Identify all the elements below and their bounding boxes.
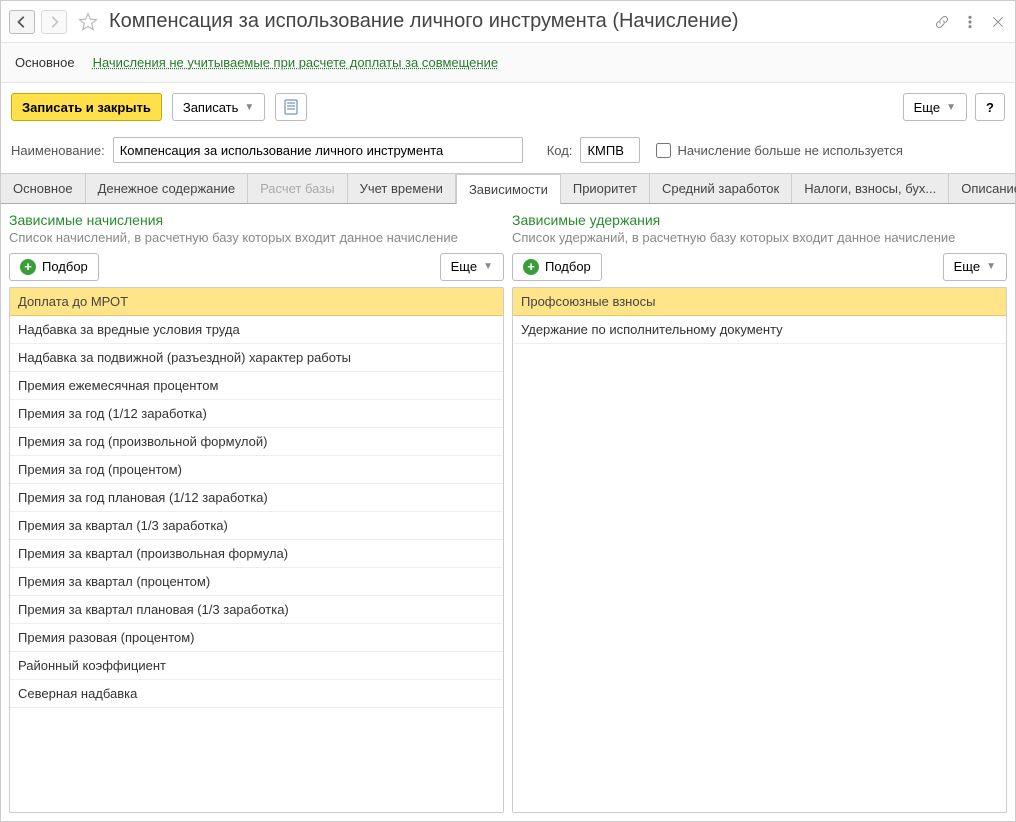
nav-back-button[interactable] [9,10,35,34]
list-row[interactable]: Премия за год (процентом) [10,456,503,484]
list-row[interactable]: Премия за год (произвольной формулой) [10,428,503,456]
link-icon[interactable] [933,13,951,31]
chevron-down-icon: ▼ [946,102,956,113]
chevron-down-icon: ▼ [244,102,254,113]
list-row[interactable]: Премия разовая (процентом) [10,624,503,652]
window-title: Компенсация за использование личного инс… [109,10,927,33]
chevron-down-icon: ▼ [986,261,996,272]
favorite-star-icon[interactable] [77,11,99,33]
form-row: Наименование: Код: Начисление больше не … [1,131,1015,173]
close-icon[interactable] [989,13,1007,31]
list-row[interactable]: Надбавка за вредные условия труда [10,316,503,344]
right-list[interactable]: Профсоюзные взносы Удержание по исполнит… [512,287,1007,813]
left-pick-label: Подбор [42,259,88,274]
left-pane-subtitle: Список начислений, в расчетную базу кото… [9,230,504,247]
report-button[interactable] [275,93,307,121]
not-used-label: Начисление больше не используется [677,143,902,158]
list-row[interactable]: Премия ежемесячная процентом [10,372,503,400]
right-pane-title: Зависимые удержания [512,212,1007,228]
chevron-down-icon: ▼ [483,261,493,272]
list-row[interactable]: Премия за квартал (процентом) [10,568,503,596]
tabs: ОсновноеДенежное содержаниеРасчет базыУч… [1,173,1015,204]
right-pane-subtitle: Список удержаний, в расчетную базу котор… [512,230,1007,247]
left-pane: Зависимые начисления Список начислений, … [9,212,504,813]
content: Зависимые начисления Список начислений, … [1,204,1015,821]
tab-денежное-содержание[interactable]: Денежное содержание [86,174,248,203]
right-pick-label: Подбор [545,259,591,274]
tab-зависимости[interactable]: Зависимости [456,174,561,204]
nav-tab-main[interactable]: Основное [11,53,79,72]
right-pane: Зависимые удержания Список удержаний, в … [512,212,1007,813]
save-close-button[interactable]: Записать и закрыть [11,93,162,121]
list-row[interactable]: Надбавка за подвижной (разъездной) харак… [10,344,503,372]
titlebar: Компенсация за использование личного инс… [1,1,1015,43]
save-button[interactable]: Записать ▼ [172,93,265,121]
left-pane-title: Зависимые начисления [9,212,504,228]
code-label: Код: [547,143,573,158]
nav-row: Основное Начисления не учитываемые при р… [1,43,1015,83]
tab-средний-заработок[interactable]: Средний заработок [650,174,792,203]
kebab-menu-icon[interactable] [961,13,979,31]
list-row[interactable]: Премия за квартал плановая (1/3 заработк… [10,596,503,624]
right-list-header[interactable]: Профсоюзные взносы [513,288,1006,316]
left-more-button[interactable]: Еще ▼ [440,253,504,281]
toolbar: Записать и закрыть Записать ▼ Еще ▼ ? [1,83,1015,131]
more-button[interactable]: Еще ▼ [903,93,967,121]
list-row[interactable]: Премия за год плановая (1/12 заработка) [10,484,503,512]
list-row[interactable]: Премия за год (1/12 заработка) [10,400,503,428]
tab-приоритет[interactable]: Приоритет [561,174,650,203]
right-more-label: Еще [954,259,980,274]
more-button-label: Еще [914,100,940,115]
tab-налоги-взносы-бух-[interactable]: Налоги, взносы, бух... [792,174,949,203]
list-row[interactable]: Северная надбавка [10,680,503,708]
name-input[interactable] [113,137,523,163]
tab-описание[interactable]: Описание [949,174,1016,203]
left-pick-button[interactable]: + Подбор [9,253,99,281]
tab-основное[interactable]: Основное [1,174,86,203]
list-row[interactable]: Премия за квартал (произвольная формула) [10,540,503,568]
plus-icon: + [523,259,539,275]
left-list[interactable]: Доплата до МРОТ Надбавка за вредные усло… [9,287,504,813]
plus-icon: + [20,259,36,275]
tab-расчет-базы: Расчет базы [248,174,348,203]
code-input[interactable] [580,137,640,163]
nav-forward-button[interactable] [41,10,67,34]
list-row[interactable]: Удержание по исполнительному документу [513,316,1006,344]
right-pick-button[interactable]: + Подбор [512,253,602,281]
name-label: Наименование: [11,143,105,158]
list-row[interactable]: Премия за квартал (1/3 заработка) [10,512,503,540]
help-button[interactable]: ? [975,93,1005,121]
save-button-label: Записать [183,100,239,115]
right-more-button[interactable]: Еще ▼ [943,253,1007,281]
list-row[interactable]: Районный коэффициент [10,652,503,680]
left-more-label: Еще [451,259,477,274]
left-list-header[interactable]: Доплата до МРОТ [10,288,503,316]
nav-link-exclusions[interactable]: Начисления не учитываемые при расчете до… [93,55,499,70]
tab-учет-времени[interactable]: Учет времени [348,174,456,203]
not-used-checkbox[interactable] [656,143,671,158]
